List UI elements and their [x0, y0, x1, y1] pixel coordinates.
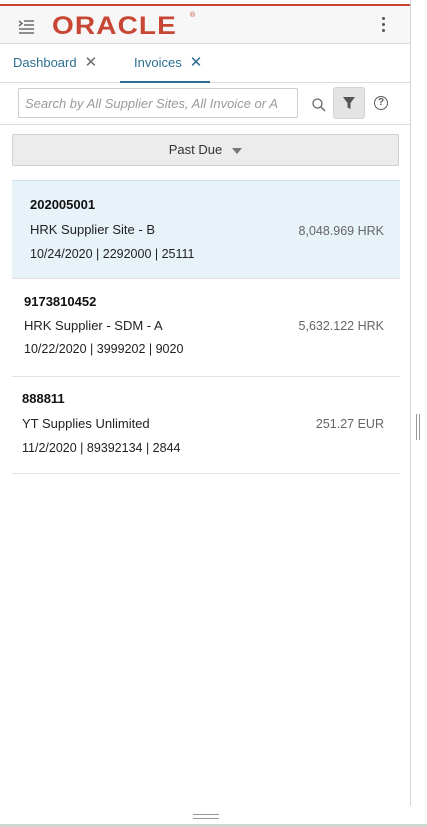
kebab-menu-icon[interactable] [380, 15, 386, 37]
invoice-amount: 5,632.122 HRK [298, 319, 384, 333]
invoice-details: 11/2/2020 | 89392134 | 2844 [22, 441, 181, 455]
filter-icon [343, 97, 355, 109]
filter-select-value: Past Due [168, 142, 223, 157]
close-icon[interactable]: ✕ [190, 44, 203, 82]
tab-dashboard-label: Dashboard [13, 55, 77, 70]
close-icon[interactable]: ✕ [85, 44, 98, 82]
filter-button[interactable] [333, 87, 365, 119]
oracle-logo: ORACLE [52, 12, 177, 40]
invoice-amount: 251.27 EUR [315, 417, 384, 431]
help-icon[interactable]: ? [374, 96, 388, 110]
list-item[interactable]: 202005001 HRK Supplier Site - B 10/24/20… [12, 180, 400, 279]
past-due-select[interactable]: Past Due [12, 134, 399, 166]
list-item[interactable]: 9173810452 HRK Supplier - SDM - A 10/22/… [12, 279, 400, 377]
panel-resize-handle[interactable] [416, 414, 420, 440]
app-header: ORACLE ® [0, 4, 410, 44]
list-item[interactable]: 888811 YT Supplies Unlimited 11/2/2020 |… [12, 377, 400, 474]
search-input[interactable] [18, 88, 298, 118]
panel-bottom-resize-handle[interactable] [193, 814, 219, 820]
invoice-number: 202005001 [30, 197, 96, 212]
invoice-amount: 8,048.969 HRK [298, 224, 384, 238]
invoice-list: 202005001 HRK Supplier Site - B 10/24/20… [12, 180, 400, 474]
tab-dashboard[interactable]: Dashboard ✕ [13, 44, 97, 82]
side-panel: ORACLE ® Dashboard ✕ Invoices ✕ ? Past Due [0, 0, 411, 806]
supplier-name: HRK Supplier - SDM - A [24, 318, 163, 333]
tab-invoices-label: Invoices [134, 55, 182, 70]
chevron-down-icon [232, 147, 243, 154]
invoice-details: 10/24/2020 | 2292000 | 25111 [30, 247, 195, 261]
supplier-name: YT Supplies Unlimited [22, 416, 150, 431]
registered-mark: ® [190, 12, 196, 19]
invoice-number: 9173810452 [24, 294, 97, 309]
invoice-number: 888811 [22, 391, 65, 406]
tab-invoices[interactable]: Invoices ✕ [119, 44, 211, 83]
search-bar: ? [0, 83, 410, 125]
menu-collapse-icon[interactable] [16, 18, 36, 34]
tab-bar: Dashboard ✕ Invoices ✕ [0, 44, 410, 83]
supplier-name: HRK Supplier Site - B [30, 222, 155, 237]
invoice-details: 10/22/2020 | 3999202 | 9020 [24, 342, 184, 356]
search-icon[interactable] [311, 97, 327, 113]
